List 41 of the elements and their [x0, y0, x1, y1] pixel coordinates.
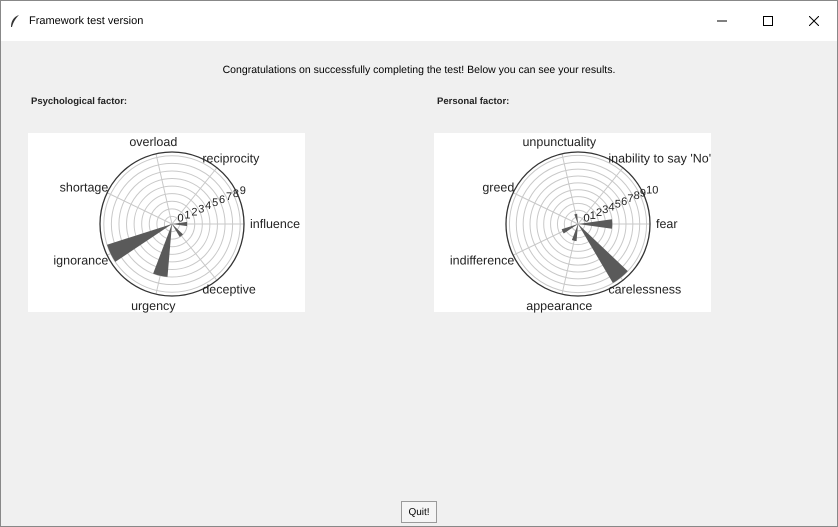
axis-label: influence	[250, 217, 300, 231]
tick-label: 5	[212, 197, 218, 210]
panel-label: Psychological factor:	[31, 94, 128, 109]
axis-label: urgency	[131, 298, 176, 313]
tick-label: 8	[634, 190, 640, 202]
axis-label: carelessness	[608, 282, 682, 297]
axis-label: indifference	[450, 253, 514, 268]
tick-label: 2	[596, 206, 602, 219]
axis-label: reciprocity	[202, 151, 260, 166]
quit-button[interactable]: Quit!	[401, 501, 437, 523]
feather-icon	[9, 14, 21, 28]
tick-label: 0	[177, 212, 184, 225]
window-title: Framework test version	[29, 14, 144, 29]
tick-label: 4	[205, 200, 212, 212]
tick-label: 9	[240, 184, 246, 197]
results-message: Congratulations on successfully completing the test! Below you can see your results.	[222, 63, 616, 78]
tick-label: 3	[602, 204, 608, 216]
tick-label: 7	[226, 190, 232, 203]
tick-label: 5	[614, 198, 621, 211]
axis-label: fear	[656, 217, 678, 231]
tick-label: 0	[583, 212, 590, 225]
tick-label: 3	[198, 203, 204, 216]
tick-label: 6	[219, 194, 226, 206]
maximize-icon	[763, 16, 773, 26]
axis-label: overload	[129, 135, 178, 150]
panel-label: Personal factor:	[437, 94, 510, 109]
axis-label: appearance	[526, 298, 592, 313]
axis-label: greed	[482, 180, 514, 195]
tick-label: 10	[646, 184, 658, 197]
tick-label: 4	[608, 201, 615, 214]
axis-label: deceptive	[202, 282, 256, 297]
axis-label: inability to say 'No'	[608, 151, 712, 166]
axis-label: shortage	[60, 180, 108, 195]
tick-label: 1	[184, 209, 191, 222]
tick-label: 6	[621, 196, 628, 208]
tick-label: 2	[191, 206, 198, 218]
close-icon	[809, 16, 819, 26]
tick-label: 1	[590, 210, 596, 222]
axis-label: ignorance	[53, 253, 108, 268]
tick-label: 7	[627, 193, 634, 206]
axis-label: unpunctuality	[522, 135, 596, 150]
